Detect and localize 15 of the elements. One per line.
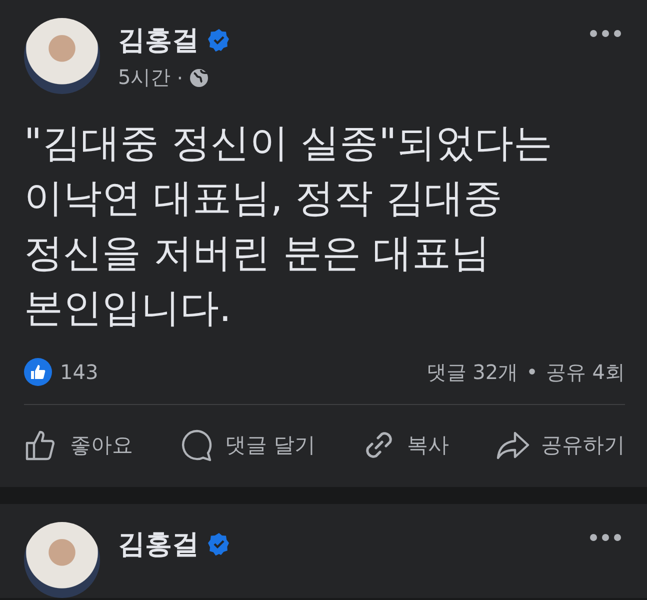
separator: · xyxy=(176,66,184,90)
globe-icon xyxy=(189,68,210,88)
share-count[interactable]: 공유 4회 xyxy=(546,358,625,386)
share-button[interactable]: 공유하기 xyxy=(494,427,625,463)
reaction-count[interactable]: 143 xyxy=(60,360,98,384)
separator: • xyxy=(526,360,538,384)
author-name[interactable]: 김홍걸 xyxy=(118,526,199,562)
post-text: "김대중 정신이 실종"되었다는 이낙연 대표님, 정작 김대중 정신을 저버린 분은 대표님 본인입니다. xyxy=(24,120,554,333)
comment-button[interactable]: 댓글 달기 xyxy=(178,427,316,463)
copy-button[interactable]: 복사 xyxy=(361,427,450,463)
comment-count[interactable]: 댓글 32개 xyxy=(426,358,518,386)
post-time[interactable]: 5시간 xyxy=(118,64,171,91)
like-reaction-icon xyxy=(24,358,52,386)
like-button[interactable]: 좋아요 xyxy=(24,427,133,463)
author-name[interactable]: 김홍걸 xyxy=(118,22,199,58)
